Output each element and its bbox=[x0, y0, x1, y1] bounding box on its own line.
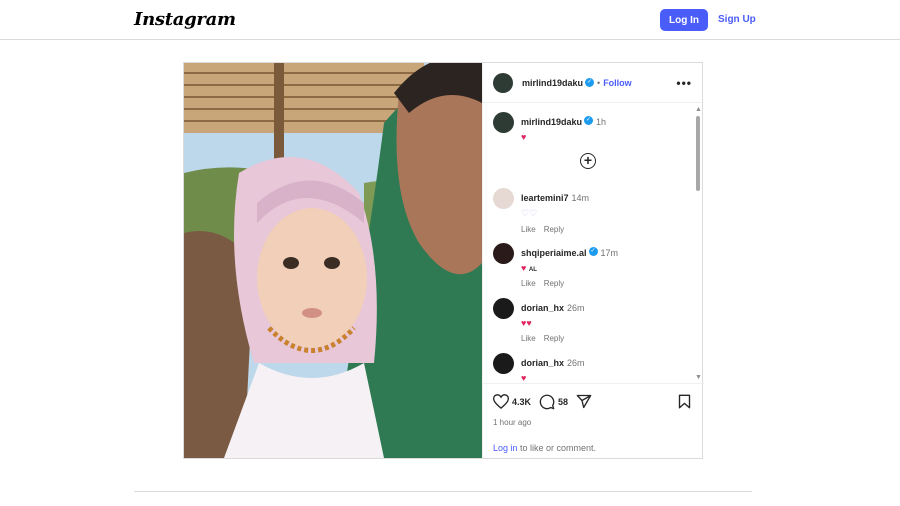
follow-button[interactable]: Follow bbox=[603, 78, 632, 88]
post-header: mirlind19daku ✓ • Follow ••• bbox=[483, 63, 704, 103]
footer-divider bbox=[134, 491, 752, 492]
share-button[interactable] bbox=[576, 394, 592, 409]
separator-dot: • bbox=[597, 77, 601, 88]
comment-text: ♥♥ bbox=[521, 318, 532, 328]
more-options-icon[interactable]: ••• bbox=[676, 76, 692, 90]
comment-username[interactable]: dorian_hx bbox=[521, 303, 564, 313]
caption-avatar[interactable] bbox=[493, 112, 514, 133]
scrollbar-thumb[interactable] bbox=[696, 116, 700, 191]
comment-button[interactable]: 58 bbox=[539, 394, 568, 410]
comment-count: 58 bbox=[558, 397, 569, 407]
like-comment-link[interactable]: Like bbox=[521, 334, 536, 343]
caption-username[interactable]: mirlind19daku bbox=[521, 117, 582, 127]
comments-list[interactable]: mirlind19daku ✓ 1h ♥ + leartemini7 14m ♡♡ L… bbox=[483, 104, 704, 383]
reply-link[interactable]: Reply bbox=[544, 225, 564, 234]
post-timestamp: 1 hour ago bbox=[493, 418, 532, 427]
like-comment-link[interactable]: Like bbox=[521, 279, 536, 288]
commenter-avatar[interactable] bbox=[493, 188, 514, 209]
save-button[interactable] bbox=[678, 394, 691, 409]
post-photo-illustration bbox=[184, 63, 482, 458]
reply-link[interactable]: Reply bbox=[544, 334, 564, 343]
post-photo[interactable] bbox=[184, 63, 482, 458]
author-username[interactable]: mirlind19daku bbox=[522, 78, 583, 88]
post-sidebar: mirlind19daku ✓ • Follow ••• mirlind19da… bbox=[482, 63, 704, 458]
comment-username[interactable]: leartemini7 bbox=[521, 193, 569, 203]
like-button[interactable]: 4.3K bbox=[493, 394, 531, 409]
post-actions: 4.3K 58 1 hour ago Log in to like or com… bbox=[483, 383, 704, 458]
instagram-logo[interactable]: Instagram bbox=[134, 9, 236, 30]
country-badge: AL bbox=[528, 267, 537, 273]
login-prompt: Log in to like or comment. bbox=[493, 443, 596, 453]
login-prompt-link[interactable]: Log in bbox=[493, 443, 518, 453]
commenter-avatar[interactable] bbox=[493, 298, 514, 319]
reply-link[interactable]: Reply bbox=[544, 279, 564, 288]
scroll-down-arrow-icon[interactable]: ▼ bbox=[695, 374, 702, 381]
comment-text: ♡♡ bbox=[521, 208, 538, 218]
sign-up-link[interactable]: Sign Up bbox=[718, 14, 756, 25]
scroll-up-arrow-icon[interactable]: ▲ bbox=[695, 106, 702, 113]
comment-text: ♥ bbox=[521, 373, 527, 383]
comment-heart: ♥ bbox=[521, 263, 527, 273]
comment-username[interactable]: dorian_hx bbox=[521, 358, 564, 368]
caption-text: ♥ bbox=[521, 132, 527, 142]
top-nav-bar: Instagram Log In Sign Up bbox=[0, 0, 900, 40]
log-in-button[interactable]: Log In bbox=[660, 9, 708, 31]
verified-icon: ✓ bbox=[585, 78, 595, 87]
heart-icon bbox=[493, 394, 509, 409]
comments-scrollbar[interactable]: ▲ ▼ bbox=[693, 104, 702, 383]
comment-time: 26m bbox=[567, 358, 585, 368]
like-count: 4.3K bbox=[512, 396, 532, 407]
load-more-comments-icon[interactable]: + bbox=[580, 153, 596, 169]
author-avatar[interactable] bbox=[493, 72, 513, 93]
post-card: mirlind19daku ✓ • Follow ••• mirlind19da… bbox=[183, 62, 704, 459]
commenter-avatar[interactable] bbox=[493, 243, 514, 264]
comment-time: 17m bbox=[600, 248, 619, 258]
caption-time: 1h bbox=[596, 117, 607, 127]
share-icon bbox=[576, 394, 592, 409]
comment-time: 26m bbox=[567, 303, 585, 313]
login-prompt-text: to like or comment. bbox=[517, 443, 597, 453]
comment-username[interactable]: shqiperiaime.al bbox=[521, 248, 587, 258]
comment-icon bbox=[539, 394, 555, 410]
bookmark-icon bbox=[678, 394, 691, 409]
like-comment-link[interactable]: Like bbox=[521, 225, 536, 234]
commenter-avatar[interactable] bbox=[493, 353, 514, 374]
comment-time: 14m bbox=[571, 193, 590, 203]
verified-icon: ✓ bbox=[584, 116, 594, 126]
comment-text: ♥ AL bbox=[521, 263, 686, 273]
verified-icon: ✓ bbox=[588, 247, 598, 257]
